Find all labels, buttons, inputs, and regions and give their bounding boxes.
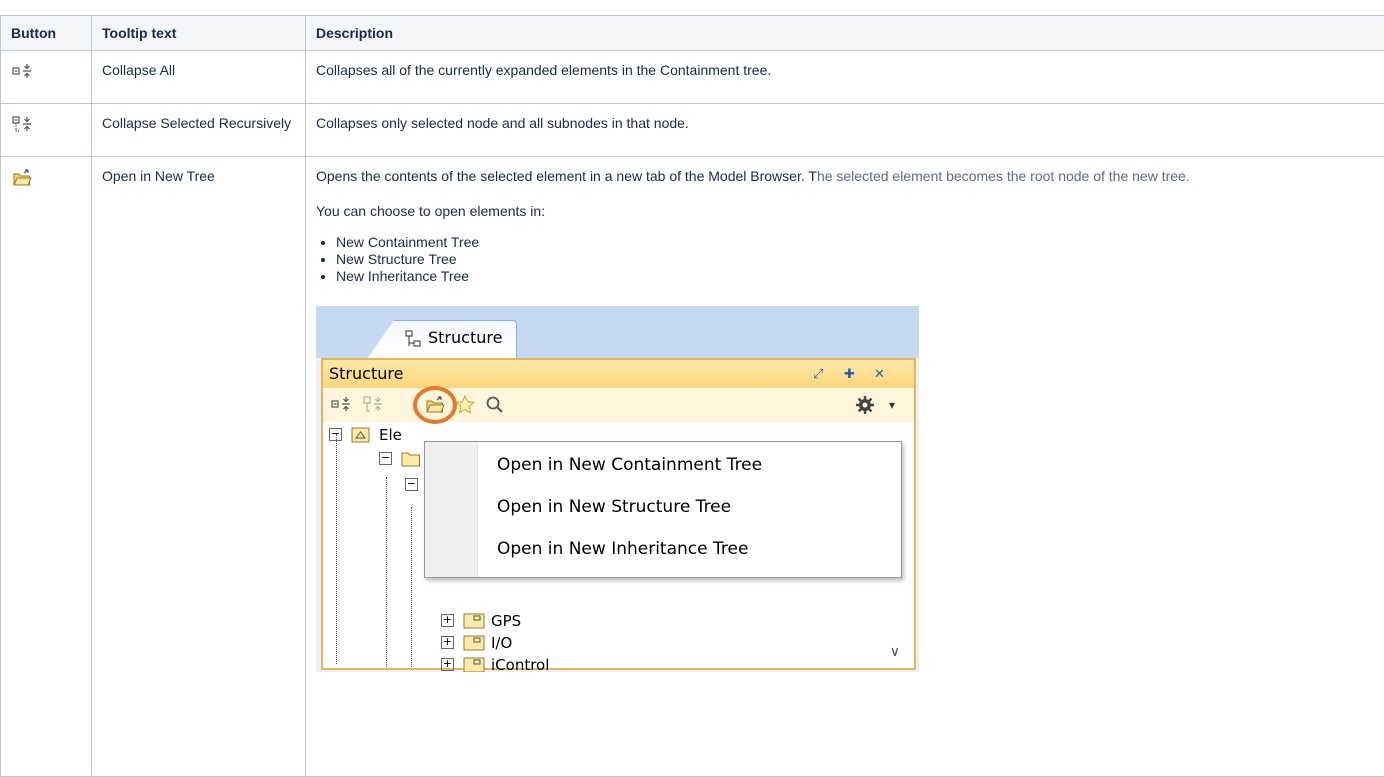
collapse-node-icon: − xyxy=(379,451,392,465)
list-item: New Inheritance Tree xyxy=(336,268,1374,285)
collapse-all-icon[interactable] xyxy=(329,394,353,416)
collapse-all-icon xyxy=(12,64,31,78)
collapse-node-icon: − xyxy=(329,427,342,441)
open-folder-icon xyxy=(13,169,32,186)
menu-item-open-inheritance-tree[interactable]: Open in New Inheritance Tree xyxy=(497,540,748,564)
panel-header: Structure ⤢ ✚ ✕ xyxy=(323,360,914,388)
scroll-down-icon[interactable]: ∨ xyxy=(890,642,900,660)
panel-toolbar: ▾ xyxy=(323,386,914,424)
list-item: New Structure Tree xyxy=(336,251,1374,268)
tooltip-cell: Collapse Selected Recursively xyxy=(91,103,306,157)
tree-node[interactable]: + iControl xyxy=(441,654,581,672)
table-row: Open in New Tree Opens the contents of t… xyxy=(0,156,1384,777)
expand-node-icon: + xyxy=(441,657,454,671)
tooltip-cell: Open in New Tree xyxy=(91,156,306,777)
model-icon xyxy=(351,427,370,443)
gear-icon[interactable] xyxy=(853,394,877,416)
header-description: Description xyxy=(305,15,1384,51)
collapse-node-icon: − xyxy=(405,477,418,491)
choose-text: You can choose to open elements in: xyxy=(316,203,546,219)
expand-node-icon: + xyxy=(441,613,454,627)
collapse-selected-recursively-icon xyxy=(12,116,31,132)
description-cell: Opens the contents of the selected eleme… xyxy=(305,156,1384,777)
menu-item-open-structure-tree[interactable]: Open in New Structure Tree xyxy=(497,498,731,522)
structure-panel-screenshot: Structure Structure ⤢ ✚ ✕ ▾ − Ele − − + … xyxy=(316,306,919,672)
table-row: Collapse Selected Recursively Collapses … xyxy=(0,103,1384,157)
open-in-new-tree-icon[interactable] xyxy=(423,394,447,416)
table-header-row: Button Tooltip text Description xyxy=(0,15,1384,51)
open-in-new-tree-menu: Open in New Containment Tree Open in New… xyxy=(424,441,902,578)
collapse-selected-recursively-icon[interactable] xyxy=(361,394,385,416)
tooltip-cell: Collapse All xyxy=(91,50,306,104)
button-cell xyxy=(0,103,92,157)
folder-icon xyxy=(401,452,420,467)
tree-connector-lines xyxy=(336,434,338,664)
structure-tree-icon xyxy=(405,330,421,347)
star-icon[interactable] xyxy=(453,394,477,416)
list-item: New Containment Tree xyxy=(336,234,1374,251)
menu-icon-gutter xyxy=(425,442,478,577)
search-icon[interactable] xyxy=(483,394,507,416)
button-cell xyxy=(0,156,92,777)
tree-connector-lines xyxy=(411,507,413,667)
part-icon xyxy=(463,657,485,672)
chevron-down-icon[interactable]: ▾ xyxy=(889,396,895,414)
description-text: Opens the contents of the selected eleme… xyxy=(316,168,1190,184)
pin-icon[interactable]: ✚ xyxy=(844,366,855,384)
header-tooltip-text: Tooltip text xyxy=(91,15,306,51)
description-cell: Collapses all of the currently expanded … xyxy=(305,50,1384,104)
expand-node-icon: + xyxy=(441,635,454,649)
close-icon[interactable]: ✕ xyxy=(874,366,885,384)
header-button: Button xyxy=(0,15,92,51)
description-cell: Collapses only selected node and all sub… xyxy=(305,103,1384,157)
part-icon xyxy=(463,635,485,651)
button-cell xyxy=(0,50,92,104)
open-options-list: New Containment Tree New Structure Tree … xyxy=(316,234,1374,285)
tree-node[interactable]: + GPS xyxy=(441,610,561,632)
tree-node[interactable]: + I/O xyxy=(441,632,561,654)
restore-icon[interactable]: ⤢ xyxy=(813,366,823,384)
part-icon xyxy=(463,613,485,629)
table-row: Collapse All Collapses all of the curren… xyxy=(0,50,1384,104)
tree-connector-lines xyxy=(386,477,388,667)
panel-title: Structure xyxy=(329,364,404,383)
menu-item-open-containment-tree[interactable]: Open in New Containment Tree xyxy=(497,456,762,480)
button-reference-table: Button Tooltip text Description Collapse… xyxy=(0,15,1384,777)
